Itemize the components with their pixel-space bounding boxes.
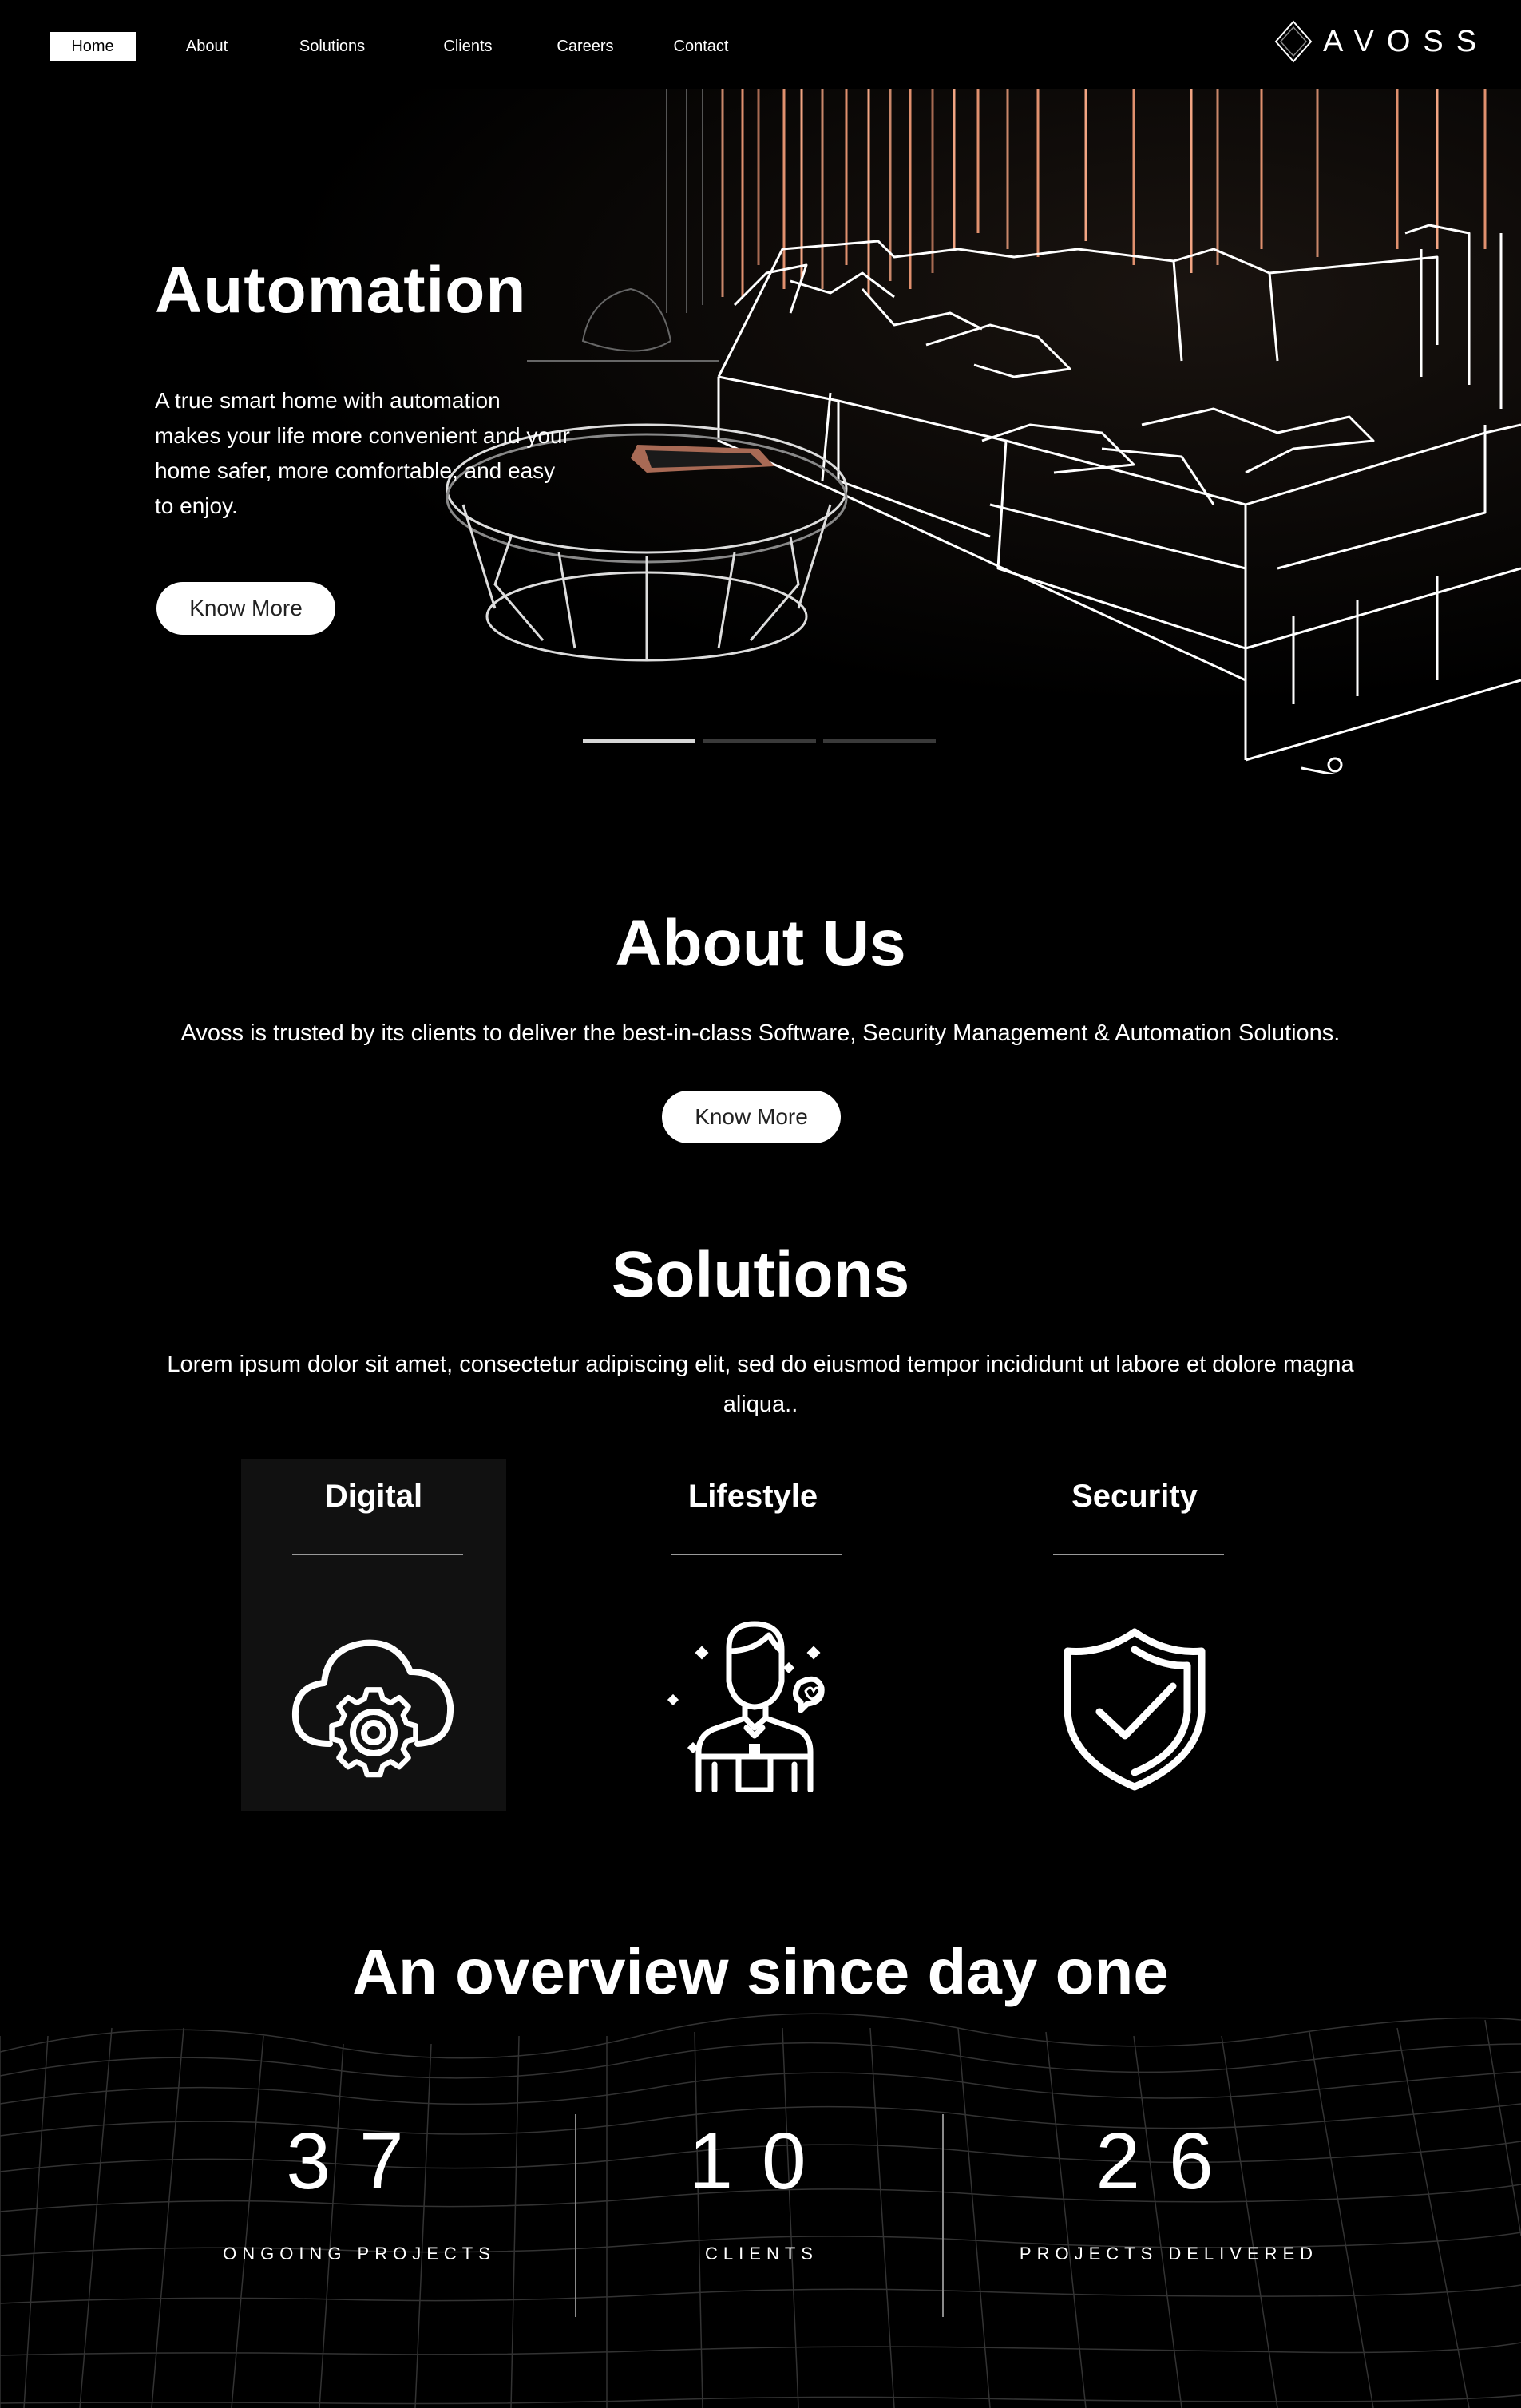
overview-section: An overview since day one 37 ONGOING PRO… bbox=[0, 1916, 1521, 2408]
slider-dot-1[interactable] bbox=[583, 739, 695, 743]
logo-text: AVOSS bbox=[1323, 24, 1490, 58]
stat-projects-delivered-label: PROJECTS DELIVERED bbox=[1019, 2244, 1319, 2263]
hero-slider: Automation A true smart home with automa… bbox=[0, 89, 1521, 774]
person-icon bbox=[667, 1621, 825, 1792]
top-nav: Home About Solutions Clients Careers Con… bbox=[0, 0, 1521, 89]
slider-dot-3[interactable] bbox=[823, 739, 936, 743]
diamond-logo-icon bbox=[1274, 20, 1313, 63]
stat-clients-value: 10 bbox=[688, 2117, 835, 2206]
hero-know-more-button[interactable]: Know More bbox=[156, 582, 335, 635]
stat-divider bbox=[942, 2114, 944, 2317]
stat-ongoing-projects-value: 37 bbox=[286, 2117, 433, 2206]
card-divider bbox=[1053, 1554, 1224, 1555]
slider-dot-2[interactable] bbox=[703, 739, 816, 743]
brand-logo[interactable]: AVOSS bbox=[1273, 19, 1489, 64]
card-title: Digital bbox=[324, 1479, 423, 1514]
hero-description: A true smart home with automation makes … bbox=[155, 388, 570, 518]
card-divider bbox=[671, 1554, 842, 1555]
solutions-description: Lorem ipsum dolor sit amet, consectetur … bbox=[167, 1352, 1354, 1417]
overview-title: An overview since day one bbox=[352, 1936, 1169, 2007]
nav-careers[interactable]: Careers bbox=[551, 32, 620, 61]
hero-title: Automation bbox=[155, 254, 527, 327]
solution-card-digital[interactable]: Digital bbox=[241, 1459, 506, 1811]
solutions-title: Solutions bbox=[611, 1238, 910, 1311]
card-divider bbox=[292, 1554, 463, 1555]
card-title: Security bbox=[1071, 1479, 1198, 1514]
about-title: About Us bbox=[615, 907, 906, 980]
shield-check-icon bbox=[1064, 1628, 1206, 1791]
card-title: Lifestyle bbox=[687, 1479, 818, 1514]
about-description: Avoss is trusted by its clients to deliv… bbox=[180, 1020, 1341, 1046]
nav-about[interactable]: About bbox=[174, 32, 240, 61]
stat-projects-delivered-value: 26 bbox=[1095, 2117, 1242, 2206]
solution-card-lifestyle[interactable]: Lifestyle bbox=[620, 1459, 885, 1811]
stat-clients-label: CLIENTS bbox=[705, 2244, 818, 2263]
about-know-more-button[interactable]: Know More bbox=[662, 1091, 841, 1143]
solution-card-security[interactable]: Security bbox=[1002, 1459, 1267, 1811]
cloud-gear-icon bbox=[291, 1639, 454, 1778]
stat-ongoing-projects-label: ONGOING PROJECTS bbox=[223, 2244, 496, 2263]
nav-home[interactable]: Home bbox=[50, 32, 136, 61]
nav-solutions[interactable]: Solutions bbox=[289, 32, 375, 61]
nav-contact[interactable]: Contact bbox=[666, 32, 736, 61]
nav-clients[interactable]: Clients bbox=[434, 32, 501, 61]
